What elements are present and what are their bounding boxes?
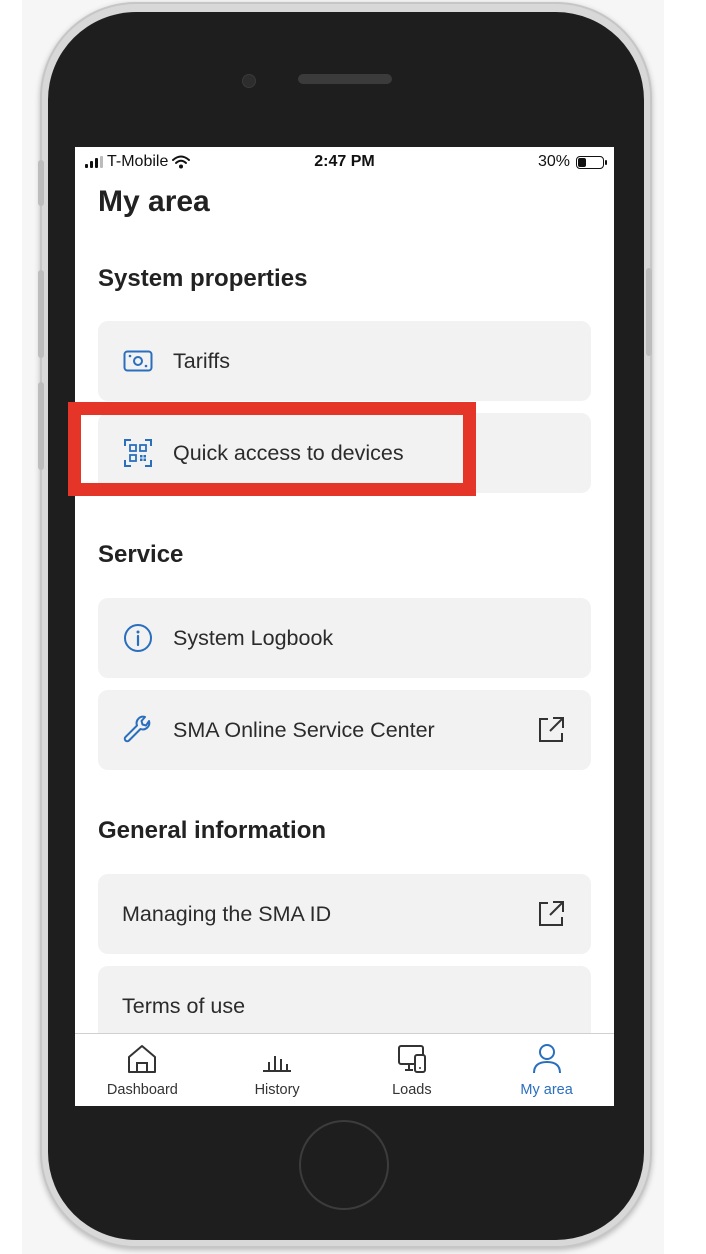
devices-icon <box>397 1045 426 1073</box>
home-button[interactable] <box>299 1120 389 1210</box>
page-title: My area <box>98 185 210 218</box>
volume-up-button <box>38 270 44 358</box>
menu-item-tariffs[interactable]: Tariffs <box>98 321 591 401</box>
bottom-nav: Dashboard History Loads My area <box>75 1033 614 1106</box>
menu-item-label: Tariffs <box>173 348 230 373</box>
menu-item-label: Managing the SMA ID <box>122 901 332 926</box>
nav-item-my-area[interactable]: My area <box>479 1034 614 1106</box>
menu-item-system-logbook[interactable]: System Logbook <box>98 598 591 678</box>
wrench-icon <box>122 714 154 746</box>
nav-label: History <box>254 1082 300 1098</box>
section-heading-system-properties: System properties <box>98 265 308 292</box>
menu-item-sma-online-service-center[interactable]: SMA Online Service Center <box>98 690 591 770</box>
nav-item-history[interactable]: History <box>210 1034 345 1106</box>
earpiece-speaker <box>298 74 392 84</box>
power-button <box>646 268 652 356</box>
nav-label: Dashboard <box>106 1082 178 1098</box>
menu-item-label: Quick access to devices <box>173 440 404 465</box>
volume-down-button <box>38 382 44 470</box>
nav-label: Loads <box>392 1082 432 1098</box>
bar-chart-icon <box>263 1056 292 1072</box>
nav-item-loads[interactable]: Loads <box>345 1034 480 1106</box>
menu-item-managing-sma-id[interactable]: Managing the SMA ID <box>98 874 591 954</box>
menu-item-label: SMA Online Service Center <box>173 717 435 742</box>
section-heading-general-information: General information <box>98 817 327 844</box>
nav-item-dashboard[interactable]: Dashboard <box>75 1034 210 1106</box>
section-heading-service: Service <box>98 541 184 568</box>
battery-group: 30% <box>537 153 607 171</box>
status-time: 2:47 PM <box>314 153 375 170</box>
external-link-icon <box>535 898 567 930</box>
home-icon <box>128 1045 157 1073</box>
menu-item-label: System Logbook <box>173 625 334 650</box>
menu-item-quick-access-devices[interactable]: Quick access to devices <box>98 413 591 493</box>
tariff-money-icon <box>122 345 154 377</box>
person-icon <box>532 1044 561 1074</box>
battery-icon <box>576 155 607 169</box>
app-screen: T-Mobile 2:47 PM 30% My area System prop… <box>75 147 614 1106</box>
status-bar: T-Mobile 2:47 PM 30% <box>75 147 614 179</box>
external-link-icon <box>535 714 567 746</box>
qr-code-icon <box>122 437 154 469</box>
info-icon <box>122 622 154 654</box>
mute-switch <box>38 160 44 206</box>
nav-label: My area <box>520 1082 573 1098</box>
front-camera <box>242 74 256 88</box>
menu-item-label: Terms of use <box>122 993 246 1018</box>
battery-percent: 30% <box>537 153 570 170</box>
